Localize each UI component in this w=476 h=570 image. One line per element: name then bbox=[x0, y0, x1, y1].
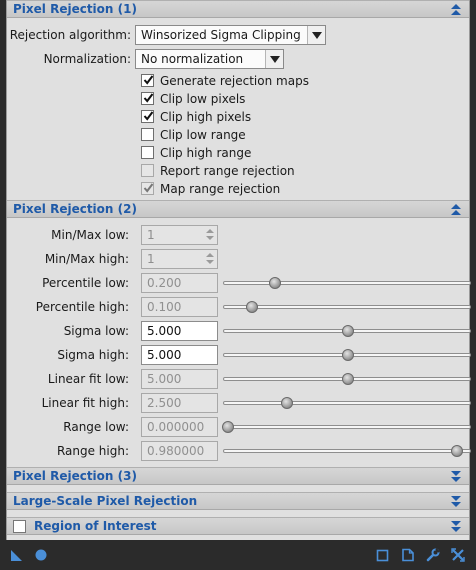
param-label: Linear fit high: bbox=[41, 396, 129, 410]
param-value-field[interactable]: 0.000000 bbox=[141, 417, 218, 437]
param-label: Range low: bbox=[63, 420, 129, 434]
section-header-large-scale-rejection[interactable]: Large-Scale Pixel Rejection bbox=[7, 492, 469, 510]
spin-up-icon[interactable] bbox=[204, 227, 216, 235]
param-slider[interactable] bbox=[223, 273, 471, 293]
slider-track[interactable] bbox=[223, 401, 471, 405]
param-label: Range high: bbox=[56, 444, 129, 458]
param-value-field[interactable]: 5.000 bbox=[141, 321, 218, 341]
section-title: Pixel Rejection (2) bbox=[13, 202, 137, 216]
param-slider[interactable] bbox=[223, 441, 471, 461]
checkmark-icon bbox=[143, 111, 154, 121]
rejection-algorithm-label: Rejection algorithm: bbox=[9, 28, 131, 42]
spin-up-icon[interactable] bbox=[204, 251, 216, 259]
collapse-icon[interactable] bbox=[449, 3, 463, 16]
section-header-pixel-rejection-2[interactable]: Pixel Rejection (2) bbox=[7, 200, 469, 218]
minmax-high-spinbox[interactable]: 1 bbox=[141, 249, 218, 269]
checkbox-label: Clip high pixels bbox=[160, 110, 252, 124]
normalization-combo[interactable]: No normalization bbox=[135, 49, 284, 69]
param-slider[interactable] bbox=[223, 345, 471, 365]
checkbox-label: Clip low range bbox=[160, 128, 246, 142]
param-label: Percentile high: bbox=[35, 300, 129, 314]
spin-down-icon[interactable] bbox=[204, 235, 216, 243]
checkmark-icon bbox=[143, 75, 154, 85]
normalization-value: No normalization bbox=[141, 52, 244, 66]
rejection-algorithm-combo[interactable]: Winsorized Sigma Clipping bbox=[135, 25, 326, 45]
chevron-down-icon[interactable] bbox=[265, 50, 283, 68]
normalization-label: Normalization: bbox=[43, 52, 131, 66]
checkbox-label: Report range rejection bbox=[160, 164, 295, 178]
section-header-region-of-interest[interactable]: Region of Interest bbox=[7, 517, 469, 535]
checkmark-icon bbox=[143, 93, 154, 103]
section-title: Pixel Rejection (1) bbox=[13, 2, 137, 16]
param-label: Sigma high: bbox=[57, 348, 129, 362]
slider-handle[interactable] bbox=[342, 373, 355, 385]
slider-handle[interactable] bbox=[342, 325, 355, 337]
image-integration-panel: Pixel Rejection (1) Rejection algorithm:… bbox=[6, 0, 471, 540]
spin-down-icon[interactable] bbox=[204, 259, 216, 267]
param-label: Sigma low: bbox=[63, 324, 129, 338]
slider-handle[interactable] bbox=[221, 421, 234, 433]
param-value-field[interactable]: 0.200 bbox=[141, 273, 218, 293]
checkbox-label: Clip low pixels bbox=[160, 92, 246, 106]
collapse-icon[interactable] bbox=[449, 203, 463, 216]
checkbox bbox=[141, 182, 154, 195]
expand-icon[interactable] bbox=[449, 520, 463, 533]
section-header-pixel-rejection-3[interactable]: Pixel Rejection (3) bbox=[7, 467, 469, 485]
param-value-field[interactable]: 5.000 bbox=[141, 369, 218, 389]
param-value-field[interactable]: 0.980000 bbox=[141, 441, 218, 461]
param-label: Linear fit low: bbox=[47, 372, 129, 386]
checkbox[interactable] bbox=[141, 146, 154, 159]
checkbox-label: Map range rejection bbox=[160, 182, 281, 196]
slider-handle[interactable] bbox=[451, 445, 464, 457]
checkbox[interactable] bbox=[141, 110, 154, 123]
section-title: Pixel Rejection (3) bbox=[13, 469, 137, 483]
apply-global-icon[interactable] bbox=[34, 548, 48, 562]
expand-icon[interactable] bbox=[449, 495, 463, 508]
param-label: Percentile low: bbox=[42, 276, 129, 290]
slider-track[interactable] bbox=[223, 305, 471, 309]
slider-handle[interactable] bbox=[269, 277, 282, 289]
wrench-icon[interactable] bbox=[426, 548, 440, 562]
slider-track[interactable] bbox=[223, 449, 471, 453]
process-toolbar bbox=[6, 543, 470, 567]
expand-icon[interactable] bbox=[449, 470, 463, 483]
param-slider[interactable] bbox=[223, 393, 471, 413]
section-title: Large-Scale Pixel Rejection bbox=[13, 494, 198, 508]
document-icon[interactable] bbox=[401, 548, 415, 562]
region-of-interest-checkbox[interactable] bbox=[13, 520, 26, 533]
param-slider[interactable] bbox=[223, 369, 471, 389]
param-value-field[interactable]: 0.100 bbox=[141, 297, 218, 317]
minmax-high-value: 1 bbox=[147, 252, 155, 266]
checkbox-label: Clip high range bbox=[160, 146, 252, 160]
checkbox[interactable] bbox=[141, 74, 154, 87]
section-title: Region of Interest bbox=[34, 519, 157, 533]
slider-track[interactable] bbox=[223, 425, 471, 429]
chevron-down-icon[interactable] bbox=[307, 26, 325, 44]
param-value-field[interactable]: 2.500 bbox=[141, 393, 218, 413]
minmax-low-label: Min/Max low: bbox=[51, 228, 129, 242]
minmax-high-label: Min/Max high: bbox=[44, 252, 129, 266]
param-slider[interactable] bbox=[223, 297, 471, 317]
preview-icon[interactable] bbox=[376, 548, 390, 562]
checkbox bbox=[141, 164, 154, 177]
checkmark-icon bbox=[143, 183, 154, 193]
slider-handle[interactable] bbox=[342, 349, 355, 361]
reset-icon[interactable] bbox=[451, 548, 465, 562]
rejection-algorithm-value: Winsorized Sigma Clipping bbox=[141, 28, 301, 42]
param-slider[interactable] bbox=[223, 321, 471, 341]
checkbox[interactable] bbox=[141, 92, 154, 105]
minmax-low-spinbox[interactable]: 1 bbox=[141, 225, 218, 245]
slider-handle[interactable] bbox=[245, 301, 258, 313]
checkbox[interactable] bbox=[141, 128, 154, 141]
slider-track[interactable] bbox=[223, 281, 471, 285]
checkbox-label: Generate rejection maps bbox=[160, 74, 309, 88]
param-slider[interactable] bbox=[221, 417, 471, 437]
minmax-low-value: 1 bbox=[147, 228, 155, 242]
new-instance-icon[interactable] bbox=[10, 548, 24, 562]
param-value-field[interactable]: 5.000 bbox=[141, 345, 218, 365]
slider-handle[interactable] bbox=[281, 397, 294, 409]
section-header-pixel-rejection-1[interactable]: Pixel Rejection (1) bbox=[7, 0, 469, 18]
